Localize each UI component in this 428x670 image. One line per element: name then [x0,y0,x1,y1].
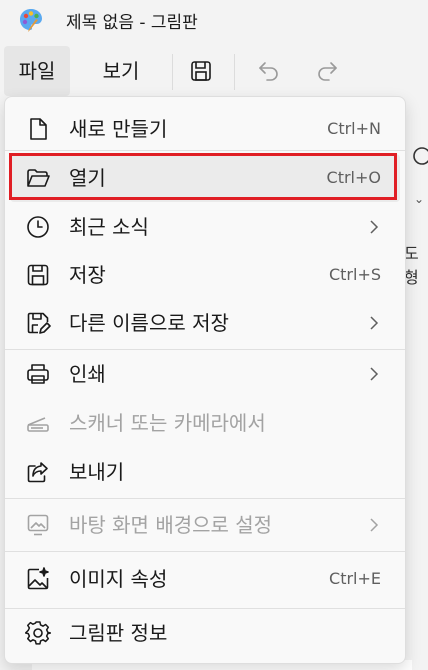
gear-icon [25,621,51,645]
menu-item-label: 스캐너 또는 카메라에서 [69,411,266,435]
menu-divider [5,551,405,552]
paint-app-icon [20,9,42,32]
menu-item-image-properties[interactable]: 이미지 속성 Ctrl+E [5,555,405,603]
shapes-group-label: 도형 [404,244,419,287]
menu-item-send[interactable]: 보내기 [5,448,405,496]
save-button[interactable] [184,54,218,88]
undo-icon [259,62,278,81]
menu-item-label: 이미지 속성 [69,567,168,591]
printer-icon [27,364,49,384]
chevron-right-icon [370,220,379,234]
menu-item-label: 그림판 정보 [69,621,168,645]
new-file-icon [30,118,47,140]
ribbon-background [404,96,428,670]
folder-open-icon [27,169,50,187]
menu-item-label: 최근 소식 [69,215,149,239]
menu-item-shortcut: Ctrl+E [329,569,381,588]
share-icon [27,462,48,483]
wallpaper-icon [27,514,49,536]
save-as-icon [27,312,51,334]
menu-item-label: 바탕 화면 배경으로 설정 [69,513,273,537]
file-menu-tab[interactable]: 파일 [4,46,70,96]
menu-divider [5,150,405,151]
chevron-right-icon [370,367,379,381]
window-title: 제목 없음 - 그림판 [66,13,198,33]
menu-item-shortcut: Ctrl+O [326,168,381,187]
menu-divider [5,498,405,499]
save-icon [191,61,211,81]
menu-item-open[interactable]: 열기 Ctrl+O [10,154,400,202]
chevron-right-icon [370,518,379,532]
scanner-icon [27,417,49,432]
menu-item-shortcut: Ctrl+N [327,119,381,138]
menu-item-print[interactable]: 인쇄 [5,350,405,398]
undo-button[interactable] [252,54,286,88]
menu-item-new[interactable]: 새로 만들기 Ctrl+N [5,105,405,153]
chevron-right-icon [370,316,379,330]
menu-item-scanner: 스캐너 또는 카메라에서 [5,399,405,447]
file-menu-dropdown: 새로 만들기 Ctrl+N 열기 Ctrl+O 최근 소식 저장 Ctrl+S [4,96,406,664]
menu-item-save[interactable]: 저장 Ctrl+S [5,251,405,299]
toolbar-divider [234,54,235,90]
menu-item-label: 다른 이름으로 저장 [69,311,229,335]
image-properties-icon [27,567,49,590]
clock-icon [27,216,49,238]
toolbar-divider [172,54,173,90]
menu-item-recent[interactable]: 최근 소식 [5,203,405,251]
redo-button[interactable] [310,54,344,88]
menu-item-save-as[interactable]: 다른 이름으로 저장 [5,299,405,347]
shapes-icon[interactable] [408,146,428,168]
menu-item-label: 열기 [69,166,106,190]
menu-item-label: 인쇄 [69,362,106,386]
menu-item-label: 저장 [69,263,106,287]
save-icon [27,264,49,286]
menu-item-about[interactable]: 그림판 정보 [5,609,405,657]
menu-item-shortcut: Ctrl+S [328,265,381,284]
title-bar: 제목 없음 - 그림판 [0,0,428,40]
menu-item-label: 보내기 [69,460,125,484]
menu-item-set-wallpaper: 바탕 화면 배경으로 설정 [5,501,405,549]
menu-item-label: 새로 만들기 [69,117,168,141]
view-menu-tab[interactable]: 보기 [82,46,160,96]
chevron-down-icon[interactable]: ⌄ [414,192,424,206]
redo-icon [318,62,337,81]
